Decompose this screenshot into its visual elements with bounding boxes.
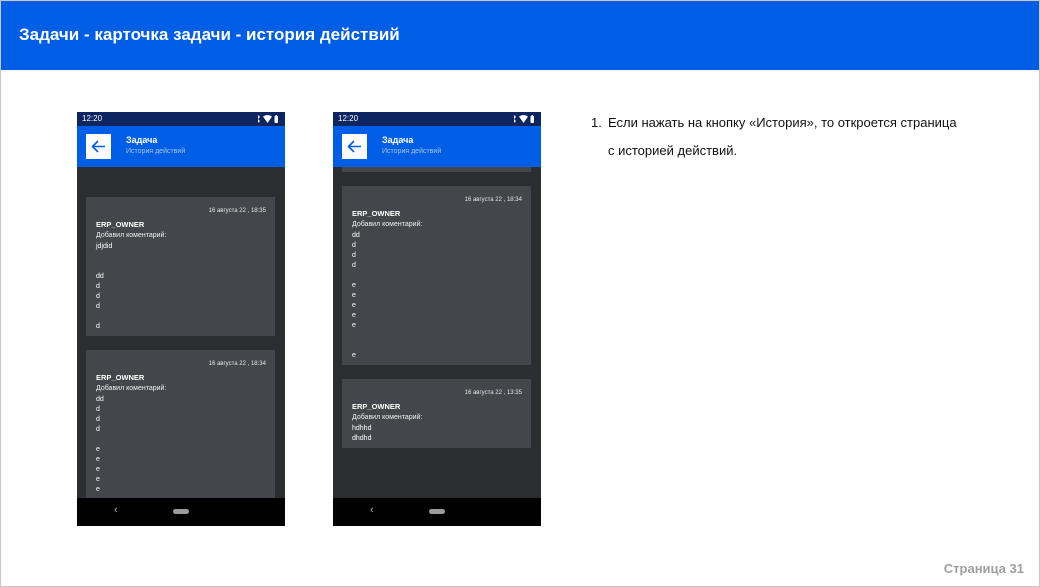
comment-line: jdjdid bbox=[96, 243, 113, 250]
comment-line: e bbox=[96, 466, 100, 473]
app-title: Задача bbox=[126, 135, 158, 145]
card-action: Добавил коментарий: bbox=[96, 385, 167, 392]
comment-line bbox=[352, 331, 360, 341]
card-author: ERP_OWNER bbox=[352, 402, 401, 411]
app-subtitle: История действий bbox=[382, 148, 442, 155]
card-author: ERP_OWNER bbox=[96, 373, 145, 382]
app-bar: Задача История действий bbox=[333, 126, 541, 167]
card-comment: jdjdid dd d d d d bbox=[96, 242, 112, 332]
history-card: 16 августа 22 , 18:34 ERP_OWNER Добавил … bbox=[342, 186, 531, 365]
comment-line: d bbox=[352, 252, 356, 259]
comment-line: e bbox=[352, 312, 356, 319]
slide-header: Задачи - карточка задачи - история дейст… bbox=[1, 1, 1039, 70]
nav-home-icon[interactable] bbox=[429, 509, 445, 514]
card-action: Добавил коментарий: bbox=[352, 414, 423, 421]
card-author: ERP_OWNER bbox=[96, 220, 145, 229]
comment-line: dd bbox=[96, 273, 104, 280]
app-bar: Задача История действий bbox=[77, 126, 285, 167]
comment-line bbox=[96, 435, 104, 445]
comment-line: e bbox=[96, 446, 100, 453]
back-button[interactable] bbox=[86, 134, 111, 159]
history-card: 16 августа 22 , 13:35 ERP_OWNER Добавил … bbox=[342, 379, 531, 448]
status-time: 12:20 bbox=[338, 114, 359, 123]
instruction-number: 1. bbox=[591, 115, 602, 130]
comment-line: dd bbox=[96, 396, 104, 403]
history-list[interactable]: 16 августа 22 , 18:35 ERP_OWNER Добавил … bbox=[77, 167, 285, 498]
signal-arrows-icon bbox=[514, 115, 516, 123]
comment-line bbox=[352, 341, 360, 351]
comment-line: e bbox=[352, 302, 356, 309]
comment-line: d bbox=[96, 416, 100, 423]
wifi-icon bbox=[519, 115, 528, 123]
comment-line: d bbox=[96, 406, 100, 413]
phone-screenshot-2: 12:20 Задача История действий 16 августа… bbox=[333, 112, 541, 526]
app-title: Задача bbox=[382, 135, 414, 145]
signal-arrows-icon bbox=[258, 115, 260, 123]
comment-line: d bbox=[352, 242, 356, 249]
status-bar: 12:20 bbox=[333, 112, 541, 126]
comment-line bbox=[96, 252, 112, 262]
history-card: 16 августа 22 , 18:35 ERP_OWNER Добавил … bbox=[86, 197, 275, 336]
history-list[interactable]: 16 августа 22 , 18:34 ERP_OWNER Добавил … bbox=[333, 167, 541, 498]
status-icons bbox=[258, 115, 278, 123]
comment-line: hdhhd bbox=[352, 425, 372, 432]
comment-line: e bbox=[352, 292, 356, 299]
arrow-left-icon bbox=[347, 140, 361, 153]
card-date: 16 августа 22 , 13:35 bbox=[464, 390, 522, 396]
battery-icon bbox=[274, 116, 278, 123]
wifi-icon bbox=[263, 115, 272, 123]
comment-line: e bbox=[352, 352, 356, 359]
comment-line bbox=[352, 271, 360, 281]
comment-line: d bbox=[96, 283, 100, 290]
comment-line bbox=[96, 262, 112, 272]
comment-line: d bbox=[96, 303, 100, 310]
comment-line: d bbox=[96, 293, 100, 300]
card-author: ERP_OWNER bbox=[352, 209, 401, 218]
comment-line: d bbox=[96, 323, 100, 330]
status-icons bbox=[514, 115, 534, 123]
app-subtitle: История действий bbox=[126, 148, 186, 155]
system-nav-bar: ‹ bbox=[77, 498, 285, 526]
nav-home-icon[interactable] bbox=[173, 509, 189, 514]
nav-back-icon[interactable]: ‹ bbox=[114, 505, 118, 516]
history-card-partial bbox=[342, 167, 531, 172]
card-date: 16 августа 22 , 18:34 bbox=[208, 361, 266, 367]
battery-icon bbox=[530, 116, 534, 123]
status-time: 12:20 bbox=[82, 114, 103, 123]
comment-line: e bbox=[96, 486, 100, 493]
comment-line: d bbox=[96, 426, 100, 433]
phone-screenshot-1: 12:20 Задача История действий 16 августа… bbox=[77, 112, 285, 526]
system-nav-bar: ‹ bbox=[333, 498, 541, 526]
comment-line: e bbox=[352, 282, 356, 289]
card-comment: hdhhd dhdhd bbox=[352, 424, 371, 444]
card-action: Добавил коментарий: bbox=[352, 221, 423, 228]
arrow-left-icon bbox=[91, 140, 105, 153]
comment-line: e bbox=[96, 476, 100, 483]
comment-line: dd bbox=[352, 232, 360, 239]
page-number: Страница 31 bbox=[943, 561, 1024, 576]
comment-line: e bbox=[96, 456, 100, 463]
card-comment: dd d d d e e e e e e bbox=[352, 231, 360, 361]
card-action: Добавил коментарий: bbox=[96, 232, 167, 239]
comment-line: d bbox=[352, 262, 356, 269]
status-bar: 12:20 bbox=[77, 112, 285, 126]
history-card: 16 августа 22 , 18:34 ERP_OWNER Добавил … bbox=[86, 350, 275, 498]
instruction-text-line-2: с историей действий. bbox=[608, 143, 738, 158]
card-comment: dd d d d e e e e e bbox=[96, 395, 104, 495]
card-date: 16 августа 22 , 18:35 bbox=[208, 208, 266, 214]
back-button[interactable] bbox=[342, 134, 367, 159]
card-date: 16 августа 22 , 18:34 bbox=[464, 197, 522, 203]
nav-back-icon[interactable]: ‹ bbox=[370, 505, 374, 516]
comment-line bbox=[96, 312, 112, 322]
comment-line: dhdhd bbox=[352, 435, 372, 442]
slide-title: Задачи - карточка задачи - история дейст… bbox=[19, 25, 400, 44]
comment-line: e bbox=[352, 322, 356, 329]
instruction-text-line-1: Если нажать на кнопку «История», то откр… bbox=[608, 115, 957, 130]
